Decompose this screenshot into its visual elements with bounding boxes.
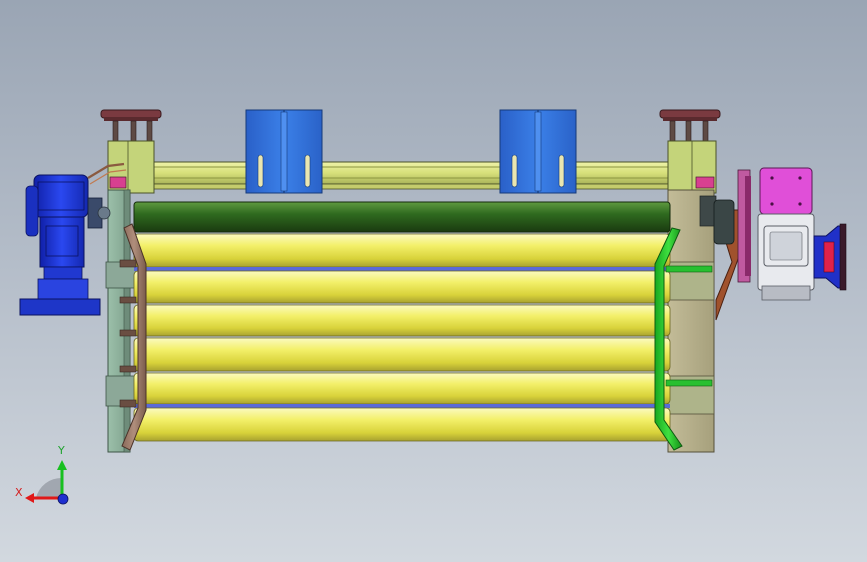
top-frame-beam bbox=[149, 161, 681, 190]
axis-y-label: Y bbox=[58, 444, 65, 457]
cad-viewport[interactable]: X Y bbox=[0, 0, 867, 562]
adjustment-knobs-right bbox=[659, 109, 721, 142]
roller-top-green bbox=[133, 201, 671, 233]
guide-block-right bbox=[667, 140, 717, 194]
coordinate-triad-icon bbox=[25, 460, 69, 505]
mounting-bracket-right bbox=[499, 109, 577, 194]
roller-gap-1 bbox=[134, 267, 670, 271]
drive-unit-right bbox=[713, 167, 847, 321]
roller-4 bbox=[133, 337, 671, 372]
roller-6 bbox=[133, 407, 671, 442]
adjustment-knobs-left bbox=[100, 109, 162, 142]
roller-gap-2 bbox=[134, 404, 670, 408]
mounting-bracket-left bbox=[245, 109, 323, 194]
roller-assembly-model[interactable] bbox=[0, 0, 867, 562]
axis-x-label: X bbox=[15, 486, 23, 499]
guide-block-left bbox=[107, 140, 155, 194]
roller-2 bbox=[133, 270, 671, 304]
roller-5 bbox=[133, 372, 671, 405]
roller-3 bbox=[133, 304, 671, 337]
roller-1 bbox=[133, 233, 671, 268]
